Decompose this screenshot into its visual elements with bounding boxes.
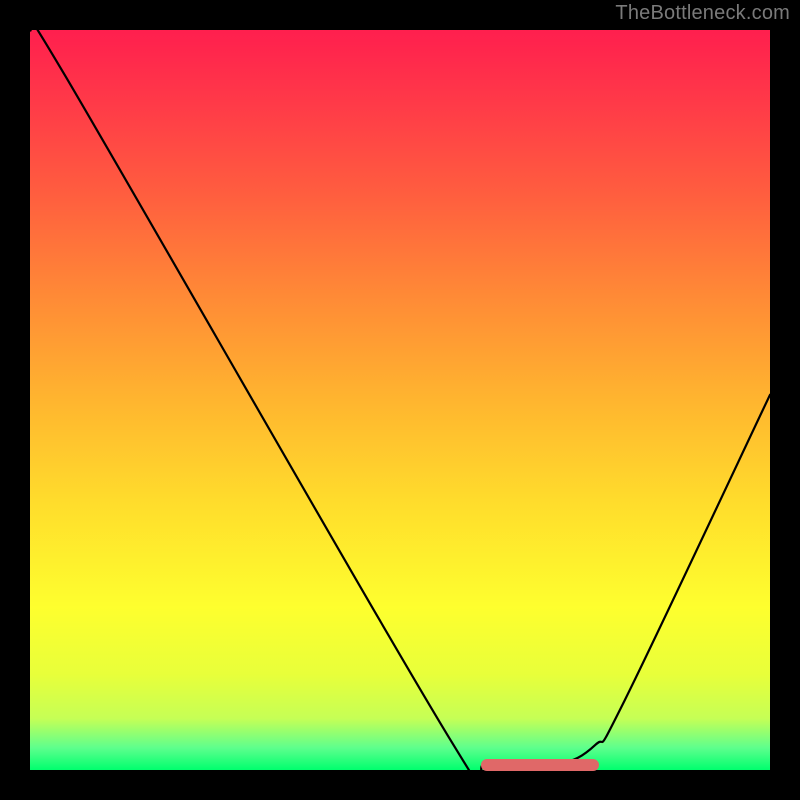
chart-container: TheBottleneck.com (0, 0, 800, 800)
plot-area (30, 30, 770, 770)
bottleneck-curve (30, 30, 770, 770)
optimal-range-marker (481, 759, 599, 771)
watermark-text: TheBottleneck.com (615, 2, 790, 25)
